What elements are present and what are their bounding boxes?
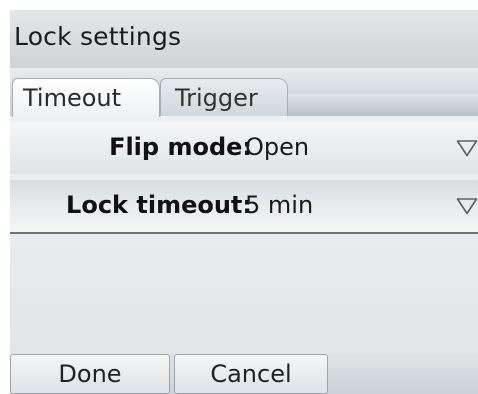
done-button[interactable]: Done xyxy=(10,354,170,394)
flip-mode-value[interactable]: Open xyxy=(245,133,309,161)
title-bar: Lock settings xyxy=(10,10,478,68)
content-area xyxy=(10,234,478,354)
tab-timeout-label: Timeout xyxy=(23,84,122,112)
flip-mode-row[interactable]: Flip mode: Open xyxy=(10,122,478,174)
cancel-button[interactable]: Cancel xyxy=(174,354,328,394)
tab-trigger-label: Trigger xyxy=(175,84,258,112)
tab-strip-band xyxy=(280,94,478,116)
lock-timeout-row[interactable]: Lock timeout: 5 min xyxy=(10,180,478,232)
lock-timeout-value[interactable]: 5 min xyxy=(245,191,313,219)
page-title: Lock settings xyxy=(14,22,182,51)
lock-timeout-label: Lock timeout: xyxy=(66,191,252,219)
flip-mode-label: Flip mode: xyxy=(109,133,252,161)
dropdown-triangle-icon[interactable] xyxy=(456,196,478,216)
tab-trigger[interactable]: Trigger xyxy=(160,78,288,116)
tab-timeout[interactable]: Timeout xyxy=(12,78,160,117)
dropdown-triangle-icon[interactable] xyxy=(456,138,478,158)
tab-strip: Timeout Trigger xyxy=(10,68,478,117)
lock-settings-screen: Lock settings Timeout Trigger Flip mode:… xyxy=(10,10,478,394)
softkey-bar: Done Cancel xyxy=(10,354,478,394)
